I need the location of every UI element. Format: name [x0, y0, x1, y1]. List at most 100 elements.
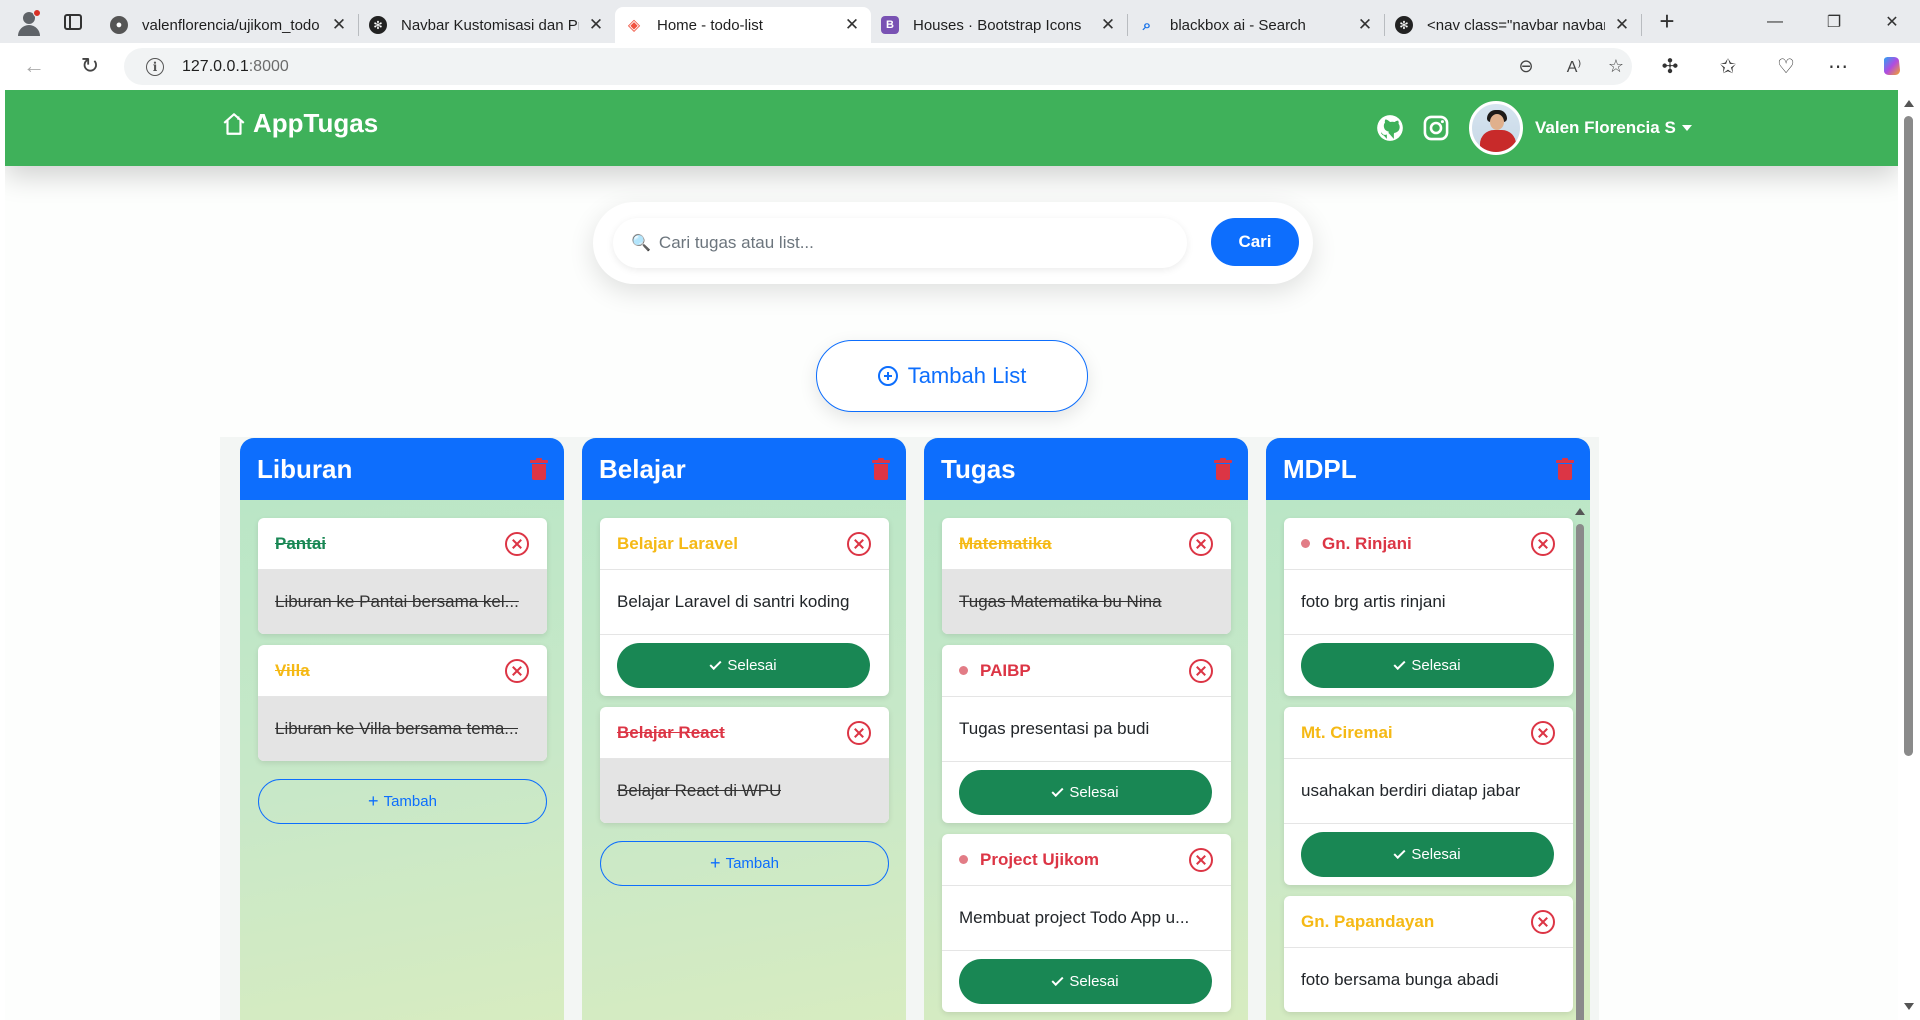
- browser-tab[interactable]: B Houses · Bootstrap Icons ✕: [871, 7, 1127, 43]
- more-menu-icon[interactable]: ⋯: [1820, 48, 1856, 84]
- site-info-icon[interactable]: i: [146, 57, 164, 76]
- search-input[interactable]: 🔍 Cari tugas atau list...: [613, 218, 1187, 268]
- delete-task-icon[interactable]: [1531, 720, 1555, 745]
- task-title[interactable]: PAIBP: [959, 661, 1031, 681]
- add-list-button[interactable]: Tambah List: [816, 340, 1088, 412]
- avatar[interactable]: [1469, 101, 1523, 155]
- back-icon[interactable]: ←: [16, 48, 52, 84]
- instagram-icon[interactable]: [1421, 113, 1451, 143]
- scroll-up-icon[interactable]: [1575, 508, 1585, 515]
- delete-task-icon[interactable]: [1189, 531, 1213, 556]
- scroll-thumb[interactable]: [1904, 116, 1913, 756]
- list-header: Liburan: [240, 438, 564, 500]
- task-footer: Selesai: [600, 634, 889, 696]
- task-card[interactable]: Gn. Rinjani foto brg artis rinjani Seles…: [1284, 518, 1573, 696]
- search-form: 🔍 Cari tugas atau list... Cari: [593, 202, 1313, 284]
- browser-tab-active[interactable]: ◈ Home - todo-list ✕: [615, 7, 871, 43]
- browser-tab[interactable]: ✻ Navbar Kustomisasi dan Pro ✕: [359, 7, 615, 43]
- task-card[interactable]: Villa Liburan ke Villa bersama tema...: [258, 645, 547, 761]
- tab-actions-icon[interactable]: [56, 5, 90, 39]
- delete-task-icon[interactable]: [847, 531, 871, 556]
- delete-task-icon[interactable]: [505, 531, 529, 556]
- complete-task-button[interactable]: Selesai: [617, 643, 870, 688]
- delete-task-icon[interactable]: [1531, 531, 1555, 556]
- close-tab-icon[interactable]: ✕: [1613, 15, 1631, 35]
- close-tab-icon[interactable]: ✕: [1099, 15, 1117, 35]
- task-card[interactable]: Mt. Ciremai usahakan berdiri diatap jaba…: [1284, 707, 1573, 885]
- navbar-right: Valen Florencia S: [1375, 100, 1692, 156]
- close-tab-icon[interactable]: ✕: [587, 15, 605, 35]
- complete-label: Selesai: [1069, 973, 1119, 990]
- browser-profile-icon[interactable]: [12, 5, 46, 39]
- task-title[interactable]: Pantai: [275, 534, 326, 554]
- task-title[interactable]: Gn. Rinjani: [1301, 534, 1412, 554]
- new-tab-button[interactable]: +: [1650, 5, 1684, 39]
- task-card[interactable]: Belajar React Belajar React di WPU: [600, 707, 889, 823]
- task-title[interactable]: Belajar React: [617, 723, 725, 743]
- complete-task-button[interactable]: Selesai: [959, 959, 1212, 1004]
- task-title[interactable]: Matematika: [959, 534, 1052, 554]
- caret-down-icon: [1681, 125, 1692, 131]
- delete-list-icon[interactable]: [530, 458, 548, 480]
- add-task-button[interactable]: + Tambah: [258, 779, 547, 824]
- list-scrollbar[interactable]: [1574, 508, 1586, 1020]
- user-menu-toggle[interactable]: Valen Florencia S: [1535, 118, 1692, 138]
- delete-task-icon[interactable]: [505, 658, 529, 683]
- task-card[interactable]: Project Ujikom Membuat project Todo App …: [942, 834, 1231, 1012]
- task-description: foto brg artis rinjani: [1301, 592, 1446, 611]
- delete-task-icon[interactable]: [1531, 909, 1555, 934]
- browser-tab[interactable]: ● valenflorencia/ujikom_todo ✕: [100, 7, 358, 43]
- task-card[interactable]: Gn. Papandayan foto bersama bunga abadi: [1284, 896, 1573, 1012]
- task-title[interactable]: Gn. Papandayan: [1301, 912, 1434, 932]
- scroll-down-icon[interactable]: [1904, 1003, 1914, 1010]
- task-card[interactable]: PAIBP Tugas presentasi pa budi Selesai: [942, 645, 1231, 823]
- add-task-button[interactable]: + Tambah: [600, 841, 889, 886]
- delete-list-icon[interactable]: [1214, 458, 1232, 480]
- close-window-icon[interactable]: ✕: [1862, 0, 1920, 43]
- browser-tab-bar: ● valenflorencia/ujikom_todo ✕ ✻ Navbar …: [0, 0, 1920, 43]
- task-header: Belajar React: [600, 707, 889, 759]
- restore-icon[interactable]: ❐: [1804, 0, 1864, 43]
- task-title[interactable]: Villa: [275, 661, 310, 681]
- reload-icon[interactable]: ↻: [72, 48, 108, 84]
- close-tab-icon[interactable]: ✕: [330, 15, 348, 35]
- browser-essentials-icon[interactable]: ♡: [1768, 48, 1804, 84]
- add-list-label: Tambah List: [907, 363, 1027, 388]
- page-scrollbar[interactable]: [1898, 90, 1920, 1020]
- task-title[interactable]: Project Ujikom: [959, 850, 1099, 870]
- delete-task-icon[interactable]: [1189, 658, 1213, 683]
- close-tab-icon[interactable]: ✕: [843, 15, 861, 35]
- task-card[interactable]: Matematika Tugas Matematika bu Nina: [942, 518, 1231, 634]
- extensions-icon[interactable]: ✣: [1652, 48, 1688, 84]
- scroll-up-icon[interactable]: [1904, 100, 1914, 107]
- delete-task-icon[interactable]: [847, 720, 871, 745]
- close-tab-icon[interactable]: ✕: [1356, 15, 1374, 35]
- task-card[interactable]: Pantai Liburan ke Pantai bersama kel...: [258, 518, 547, 634]
- brand-link[interactable]: AppTugas: [221, 108, 378, 139]
- scroll-thumb[interactable]: [1576, 524, 1584, 1020]
- list-column: MDPL Gn. Rinjani foto brg artis rinjani …: [1266, 438, 1590, 1020]
- task-title[interactable]: Belajar Laravel: [617, 534, 738, 554]
- copilot-icon[interactable]: [1874, 48, 1910, 84]
- browser-tab[interactable]: ⌕ blackbox ai - Search ✕: [1128, 7, 1384, 43]
- complete-task-button[interactable]: Selesai: [1301, 832, 1554, 877]
- priority-dot-icon: [1301, 539, 1310, 548]
- github-icon[interactable]: [1375, 113, 1405, 143]
- delete-list-icon[interactable]: [1556, 458, 1574, 480]
- task-footer: Selesai: [942, 761, 1231, 823]
- complete-task-button[interactable]: Selesai: [959, 770, 1212, 815]
- task-title[interactable]: Mt. Ciremai: [1301, 723, 1393, 743]
- url-field[interactable]: i 127.0.0.1:8000 ⊖ A⁾ ☆: [124, 48, 1632, 85]
- delete-task-icon[interactable]: [1189, 847, 1213, 872]
- app-navbar: AppTugas Valen Florencia S: [5, 90, 1898, 166]
- search-button[interactable]: Cari: [1211, 218, 1299, 266]
- browser-tab[interactable]: ✻ <nav class="navbar navbar ✕: [1385, 7, 1641, 43]
- zoom-icon[interactable]: ⊖: [1508, 48, 1544, 85]
- favorite-star-icon[interactable]: ☆: [1598, 48, 1634, 85]
- complete-task-button[interactable]: Selesai: [1301, 643, 1554, 688]
- favorites-icon[interactable]: ✩: [1710, 48, 1746, 84]
- read-aloud-icon[interactable]: A⁾: [1556, 48, 1592, 85]
- delete-list-icon[interactable]: [872, 458, 890, 480]
- task-card[interactable]: Belajar Laravel Belajar Laravel di santr…: [600, 518, 889, 696]
- minimize-icon[interactable]: —: [1745, 0, 1805, 43]
